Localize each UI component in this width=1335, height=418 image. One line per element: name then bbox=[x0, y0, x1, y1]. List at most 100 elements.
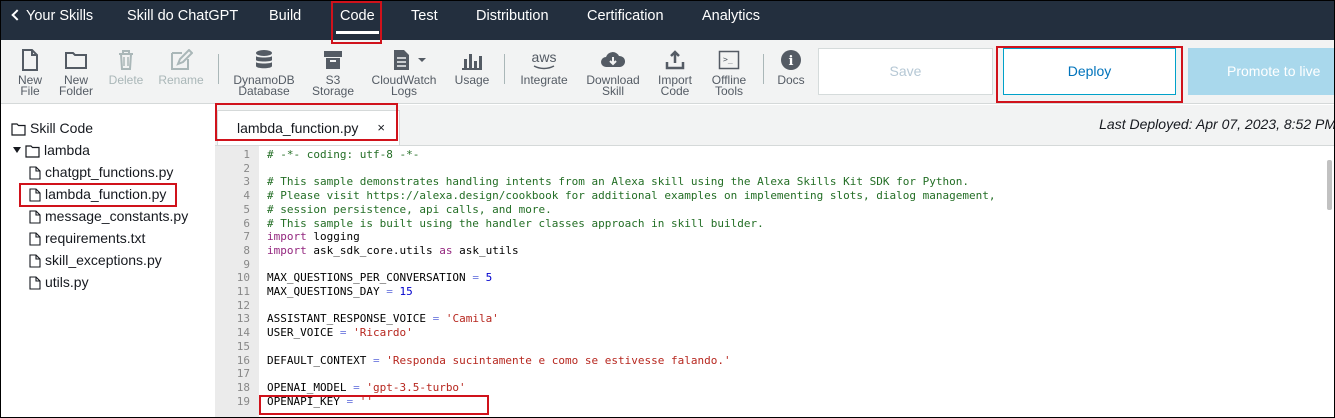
editor-tab-lambda-function[interactable]: lambda_function.py × bbox=[217, 110, 400, 145]
code-line[interactable]: 6 # This sample is built using the handle… bbox=[215, 217, 1315, 230]
code-line[interactable]: 17 bbox=[215, 367, 1315, 380]
code-line[interactable]: 2 bbox=[215, 162, 1315, 175]
folder-icon bbox=[11, 123, 26, 136]
offline-tools-button[interactable]: >_ Offline Tools bbox=[707, 49, 751, 97]
code-editor[interactable]: 1 # -*- coding: utf-8 -*- 2 3 # This sample … bbox=[215, 145, 1334, 417]
code-token: # This sample is built using the handler… bbox=[267, 216, 764, 230]
toolbar-divider bbox=[763, 54, 764, 84]
new-file-button[interactable]: New File bbox=[13, 49, 47, 97]
tree-file-message-constants[interactable]: message_constants.py bbox=[29, 206, 188, 226]
line-number: 10 bbox=[236, 271, 250, 285]
usage-button[interactable]: Usage bbox=[451, 49, 493, 86]
code-line[interactable]: 4 # Please visit https://alexa.design/coo… bbox=[215, 189, 1315, 202]
code-area[interactable]: 1 # -*- coding: utf-8 -*- 2 3 # This sample … bbox=[215, 146, 1334, 417]
info-icon: i bbox=[781, 50, 801, 70]
back-to-skills-link[interactable]: Your Skills bbox=[11, 1, 93, 31]
code-token: 'Camila' bbox=[445, 312, 499, 326]
database-icon bbox=[256, 50, 272, 69]
code-line[interactable]: 5 # session persistence, api calls, and m… bbox=[215, 203, 1315, 216]
download-skill-button[interactable]: Download Skill bbox=[583, 49, 643, 97]
code-line[interactable]: 18 OPENAI_MODEL = 'gpt-3.5-turbo' bbox=[215, 381, 1315, 394]
line-code: DEFAULT_CONTEXT = 'Responda sucintamente… bbox=[267, 354, 731, 367]
svg-text:>_: >_ bbox=[723, 55, 733, 64]
line-code: OPENAPI_KEY = '' bbox=[267, 395, 373, 408]
top-nav: Your Skills Skill do ChatGPT Build Code … bbox=[1, 1, 1334, 40]
tab-distribution[interactable]: Distribution bbox=[476, 1, 549, 31]
code-token: MAX_QUESTIONS_PER_CONVERSATION bbox=[267, 271, 473, 285]
code-line[interactable]: 10 MAX_QUESTIONS_PER_CONVERSATION = 5 bbox=[215, 271, 1315, 284]
docs-label: Docs bbox=[777, 73, 805, 87]
file-icon bbox=[29, 210, 41, 224]
new-file-icon bbox=[22, 49, 38, 71]
document-dropdown-icon bbox=[394, 50, 426, 70]
tab-build[interactable]: Build bbox=[269, 1, 301, 31]
tab-test[interactable]: Test bbox=[411, 1, 438, 31]
save-button[interactable]: Save bbox=[818, 48, 993, 95]
offline-tools-label: Offline Tools bbox=[711, 73, 747, 98]
import-code-button[interactable]: Import Code bbox=[653, 49, 697, 97]
code-token: ask_sdk_core.utils bbox=[306, 243, 440, 257]
line-code: import ask_sdk_core.utils as ask_utils bbox=[267, 244, 519, 257]
code-token: logging bbox=[306, 230, 360, 244]
line-code: # -*- coding: utf-8 -*- bbox=[267, 148, 419, 161]
code-line[interactable]: 16 DEFAULT_CONTEXT = 'Responda sucintamen… bbox=[215, 354, 1315, 367]
line-number: 4 bbox=[243, 189, 250, 203]
code-line[interactable]: 8 import ask_sdk_core.utils as ask_utils bbox=[215, 244, 1315, 257]
tree-file-lambda-function[interactable]: lambda_function.py bbox=[29, 184, 166, 204]
code-line[interactable]: 12 bbox=[215, 299, 1315, 312]
line-number: 7 bbox=[243, 230, 250, 244]
code-line[interactable]: 7 import logging bbox=[215, 230, 1315, 243]
code-token: 'Ricardo' bbox=[353, 326, 413, 340]
delete-button[interactable]: Delete bbox=[106, 49, 146, 86]
code-token: OPENAI_MODEL bbox=[267, 380, 354, 394]
code-line[interactable]: 19 OPENAPI_KEY = '' bbox=[215, 395, 1315, 408]
code-token: import bbox=[267, 243, 307, 257]
tree-file-utils[interactable]: utils.py bbox=[29, 272, 89, 292]
line-code: # session persistence, api calls, and mo… bbox=[267, 203, 552, 216]
code-line[interactable]: 13 ASSISTANT_RESPONSE_VOICE = 'Camila' bbox=[215, 312, 1315, 325]
file-icon bbox=[29, 188, 41, 202]
tab-code[interactable]: Code bbox=[336, 1, 379, 34]
code-token: 15 bbox=[399, 285, 413, 298]
editor-scrollbar[interactable] bbox=[1327, 160, 1332, 210]
cloudwatch-logs-button[interactable]: CloudWatch Logs bbox=[367, 49, 441, 97]
new-folder-button[interactable]: New Folder bbox=[56, 49, 96, 97]
integrate-label: Integrate bbox=[520, 73, 568, 87]
deploy-button[interactable]: Deploy bbox=[1003, 48, 1176, 95]
line-number: 1 bbox=[243, 148, 250, 161]
code-line[interactable]: 14 USER_VOICE = 'Ricardo' bbox=[215, 326, 1315, 339]
tree-node-label: skill_exceptions.py bbox=[45, 252, 162, 268]
file-tree: Skill Code lambda chatgpt_functions.py l… bbox=[1, 105, 215, 417]
close-icon[interactable]: × bbox=[377, 111, 385, 145]
tree-file-skill-exceptions[interactable]: skill_exceptions.py bbox=[29, 250, 162, 270]
tree-folder-lambda[interactable]: lambda bbox=[13, 140, 90, 160]
dynamodb-database-button[interactable]: DynamoDB Database bbox=[231, 49, 297, 97]
s3-storage-button[interactable]: S3 Storage bbox=[309, 49, 357, 97]
line-number: 11 bbox=[236, 285, 250, 298]
upload-icon bbox=[665, 50, 685, 70]
tab-certification[interactable]: Certification bbox=[587, 1, 664, 31]
code-token: = bbox=[386, 285, 393, 298]
tab-analytics[interactable]: Analytics bbox=[702, 1, 760, 31]
line-number: 14 bbox=[236, 326, 250, 340]
docs-button[interactable]: i Docs bbox=[773, 49, 809, 86]
code-line[interactable]: 9 bbox=[215, 258, 1315, 271]
tree-root-skill-code[interactable]: Skill Code bbox=[11, 118, 93, 138]
code-line[interactable]: 15 bbox=[215, 340, 1315, 353]
tree-file-chatgpt-functions[interactable]: chatgpt_functions.py bbox=[29, 162, 173, 182]
last-deployed-timestamp: Last Deployed: Apr 07, 2023, 8:52 PM bbox=[1099, 116, 1335, 132]
integrate-button[interactable]: aws Integrate bbox=[516, 49, 572, 86]
code-line[interactable]: 11 MAX_QUESTIONS_DAY = 15 bbox=[215, 285, 1315, 298]
cloudwatch-label: CloudWatch Logs bbox=[371, 73, 437, 98]
code-token: import bbox=[267, 230, 307, 244]
line-code: # Please visit https://alexa.design/cook… bbox=[267, 189, 995, 202]
rename-button[interactable]: Rename bbox=[157, 49, 205, 86]
svg-text:i: i bbox=[789, 54, 794, 69]
code-token: # session persistence, api calls, and mo… bbox=[267, 202, 552, 216]
new-folder-label: New Folder bbox=[58, 73, 93, 98]
code-line[interactable]: 1 # -*- coding: utf-8 -*- bbox=[215, 148, 1315, 161]
tree-file-requirements[interactable]: requirements.txt bbox=[29, 228, 145, 248]
code-line[interactable]: 3 # This sample demonstrates handling int… bbox=[215, 175, 1315, 188]
promote-to-live-button[interactable]: Promote to live bbox=[1188, 48, 1334, 95]
